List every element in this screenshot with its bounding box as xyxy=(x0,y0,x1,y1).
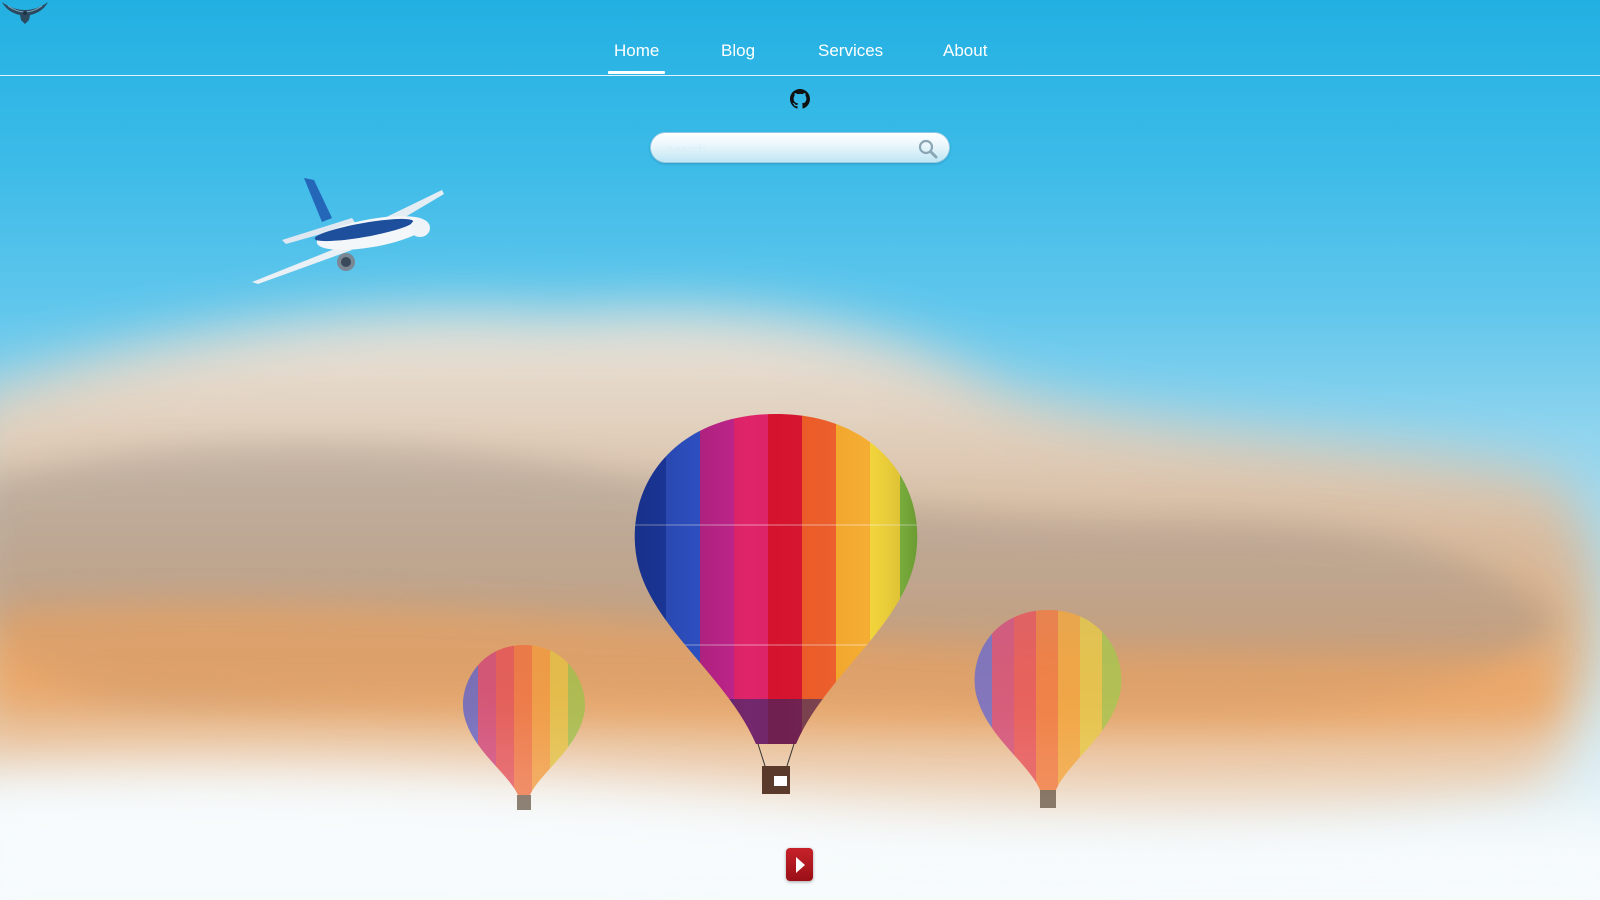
nav-item-home[interactable]: Home xyxy=(607,41,666,74)
search-icon[interactable] xyxy=(917,138,939,160)
hot-air-balloon-large-image xyxy=(634,414,918,794)
airplane-image xyxy=(252,178,444,284)
play-icon xyxy=(796,857,805,873)
nav-item-blog[interactable]: Blog xyxy=(721,41,755,61)
hot-air-balloon-left-image xyxy=(463,645,585,810)
nav-item-about[interactable]: About xyxy=(943,41,987,61)
play-button[interactable] xyxy=(786,848,813,881)
main-nav: Home Blog Services About xyxy=(0,0,1600,75)
nav-item-services[interactable]: Services xyxy=(818,41,883,61)
search-box xyxy=(650,132,950,163)
search-input[interactable] xyxy=(665,137,909,161)
github-icon[interactable] xyxy=(790,89,810,109)
hot-air-balloon-right-image xyxy=(974,610,1122,808)
top-navigation-bar: Home Blog Services About xyxy=(0,0,1600,76)
